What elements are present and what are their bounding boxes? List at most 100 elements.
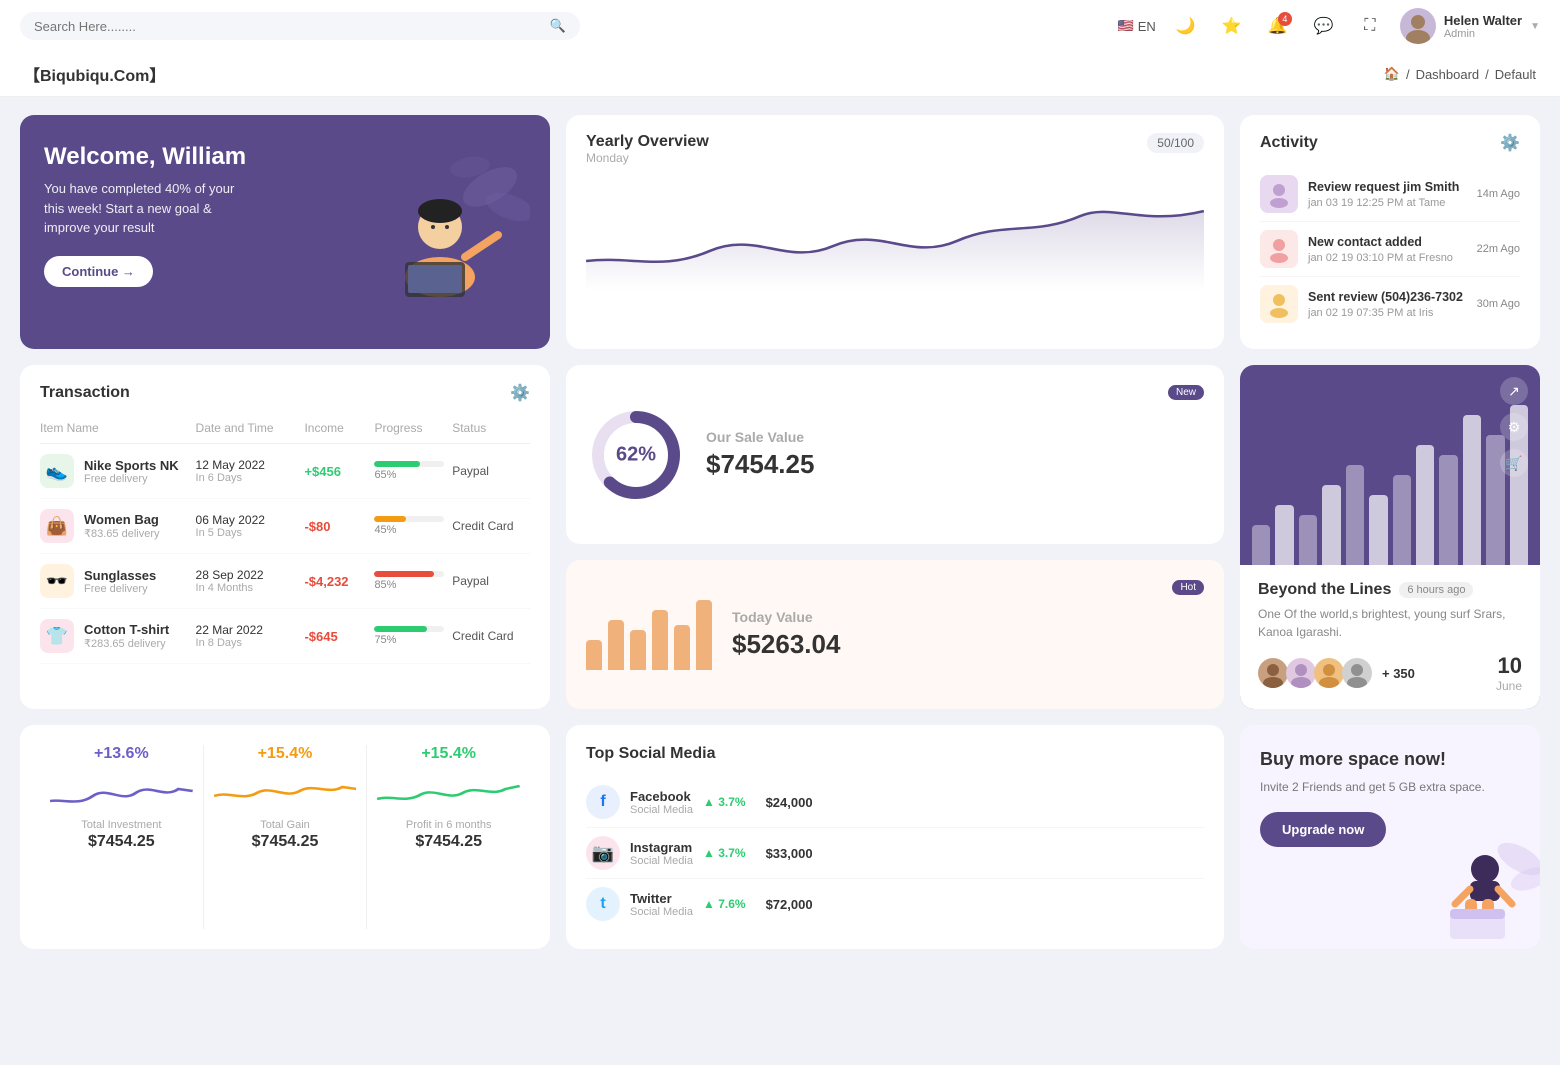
breadcrumb-default: Default — [1495, 67, 1536, 82]
activity-item-2[interactable]: New contact added jan 02 19 03:10 PM at … — [1260, 222, 1520, 277]
welcome-subtitle: You have completed 40% of your this week… — [44, 179, 244, 238]
beyond-bar — [1299, 515, 1317, 565]
activity-time-1: 14m Ago — [1477, 188, 1520, 200]
table-row[interactable]: 👟 Nike Sports NK Free delivery 12 May 20… — [40, 444, 530, 499]
sale-value: $7454.25 — [706, 449, 814, 480]
social-row-facebook[interactable]: f Facebook Social Media ▲ 3.7% $24,000 — [586, 777, 1204, 828]
sparkline-1 — [50, 771, 193, 811]
today-value-card: Today Value $5263.04 Hot — [566, 560, 1224, 709]
search-bar[interactable]: 🔍 — [20, 12, 580, 40]
bar-3 — [630, 630, 646, 670]
social-row-instagram[interactable]: 📷 Instagram Social Media ▲ 3.7% $33,000 — [586, 828, 1204, 879]
avatar-3 — [1314, 658, 1344, 688]
income-3: -$4,232 — [304, 574, 374, 589]
notification-badge: 4 — [1278, 12, 1292, 26]
avatar — [1400, 8, 1436, 44]
sale-info: Our Sale Value $7454.25 — [706, 429, 814, 480]
home-icon[interactable]: 🏠 — [1384, 66, 1400, 82]
beyond-bar — [1369, 495, 1387, 565]
social-row-twitter[interactable]: t Twitter Social Media ▲ 7.6% $72,000 — [586, 879, 1204, 929]
progress-4: 75% — [374, 626, 452, 646]
facebook-icon: f — [586, 785, 620, 819]
bar-4 — [652, 610, 668, 670]
stat-profit: +15.4% Profit in 6 months $7454.25 — [367, 745, 530, 929]
donut-label: 62% — [616, 443, 656, 466]
yearly-overview-chart — [586, 181, 1204, 291]
bar-1 — [586, 640, 602, 670]
bar-6 — [696, 600, 712, 670]
message-button[interactable]: 💬 — [1308, 10, 1340, 42]
col-item-name: Item Name — [40, 421, 196, 435]
twitter-icon: t — [586, 887, 620, 921]
col-income: Income — [304, 421, 374, 435]
sale-value-card: 62% Our Sale Value $7454.25 New — [566, 365, 1224, 544]
item-info-3: 🕶️ Sunglasses Free delivery — [40, 564, 196, 598]
beyond-description: One Of the world,s brightest, young surf… — [1258, 605, 1522, 641]
notification-button[interactable]: 🔔 4 — [1262, 10, 1294, 42]
today-value: $5263.04 — [732, 629, 840, 660]
income-4: -$645 — [304, 629, 374, 644]
yearly-overview-badge: 50/100 — [1147, 133, 1204, 153]
search-input[interactable] — [34, 19, 542, 34]
brand-title: 【Biqubiqu.Com】 — [24, 62, 165, 86]
activity-time-3: 30m Ago — [1477, 298, 1520, 310]
beyond-time: 6 hours ago — [1399, 582, 1473, 598]
fullscreen-button[interactable]: ⛶ — [1354, 10, 1386, 42]
activity-item-1[interactable]: Review request jim Smith jan 03 19 12:25… — [1260, 167, 1520, 222]
beyond-settings-icon[interactable]: ⚙ — [1500, 413, 1528, 441]
hot-badge: Hot — [1172, 580, 1204, 595]
activity-text-1: Review request jim Smith jan 03 19 12:25… — [1308, 180, 1467, 209]
sparkline-3 — [377, 771, 520, 811]
item-icon-2: 👜 — [40, 509, 74, 543]
activity-settings-icon[interactable]: ⚙️ — [1500, 133, 1520, 153]
stat-gain: +15.4% Total Gain $7454.25 — [204, 745, 368, 929]
language-selector[interactable]: 🇺🇸 EN — [1118, 18, 1156, 34]
stats-card: +13.6% Total Investment $7454.25 +15.4% … — [20, 725, 550, 949]
breadcrumb-dashboard[interactable]: Dashboard — [1416, 67, 1480, 82]
transaction-card: Transaction ⚙️ Item Name Date and Time I… — [20, 365, 550, 709]
theme-toggle-button[interactable]: 🌙 — [1170, 10, 1202, 42]
upgrade-card: Buy more space now! Invite 2 Friends and… — [1240, 725, 1540, 949]
col-progress: Progress — [374, 421, 452, 435]
flag-icon: 🇺🇸 — [1118, 18, 1134, 34]
activity-time-2: 22m Ago — [1477, 243, 1520, 255]
avatar-4 — [1342, 658, 1372, 688]
upgrade-button[interactable]: Upgrade now — [1260, 812, 1386, 847]
activity-text-2: New contact added jan 02 19 03:10 PM at … — [1308, 235, 1467, 264]
activity-thumb-3 — [1260, 285, 1298, 323]
income-2: -$80 — [304, 519, 374, 534]
beyond-share-icon[interactable]: ↗ — [1500, 377, 1528, 405]
item-info-4: 👕 Cotton T-shirt ₹283.65 delivery — [40, 619, 196, 653]
upgrade-illustration — [1420, 819, 1540, 949]
item-icon-4: 👕 — [40, 619, 74, 653]
main-content: Welcome, William You have completed 40% … — [0, 97, 1560, 967]
progress-2: 45% — [374, 516, 452, 536]
user-profile[interactable]: Helen Walter Admin ▼ — [1400, 8, 1540, 44]
chevron-down-icon: ▼ — [1530, 21, 1540, 32]
continue-button[interactable]: Continue → — [44, 256, 153, 287]
table-row[interactable]: 👜 Women Bag ₹83.65 delivery 06 May 2022 … — [40, 499, 530, 554]
top-navigation: 🔍 🇺🇸 EN 🌙 ⭐ 🔔 4 💬 ⛶ Helen Walter Admin — [0, 0, 1560, 52]
search-icon: 🔍 — [550, 18, 566, 34]
beyond-date: 10 June — [1496, 653, 1522, 693]
activity-item-3[interactable]: Sent review (504)236-7302 jan 02 19 07:3… — [1260, 277, 1520, 331]
beyond-bar — [1393, 475, 1411, 565]
beyond-bar — [1275, 505, 1293, 565]
item-icon-1: 👟 — [40, 454, 74, 488]
beyond-cart-icon[interactable]: 🛒 — [1500, 449, 1528, 477]
yearly-overview-card: Yearly Overview Monday 50/100 — [566, 115, 1224, 349]
beyond-title: Beyond the Lines — [1258, 581, 1391, 599]
table-row[interactable]: 👕 Cotton T-shirt ₹283.65 delivery 22 Mar… — [40, 609, 530, 664]
today-info: Today Value $5263.04 — [732, 609, 840, 660]
social-media-card: Top Social Media f Facebook Social Media… — [566, 725, 1224, 949]
item-icon-3: 🕶️ — [40, 564, 74, 598]
beyond-bar — [1346, 465, 1364, 565]
donut-chart: 62% — [586, 405, 686, 505]
transaction-title: Transaction — [40, 384, 130, 402]
table-row[interactable]: 🕶️ Sunglasses Free delivery 28 Sep 2022 … — [40, 554, 530, 609]
transaction-settings-icon[interactable]: ⚙️ — [510, 383, 530, 403]
upgrade-title: Buy more space now! — [1260, 749, 1446, 770]
user-role-label: Admin — [1444, 28, 1522, 40]
col-date: Date and Time — [196, 421, 305, 435]
star-button[interactable]: ⭐ — [1216, 10, 1248, 42]
